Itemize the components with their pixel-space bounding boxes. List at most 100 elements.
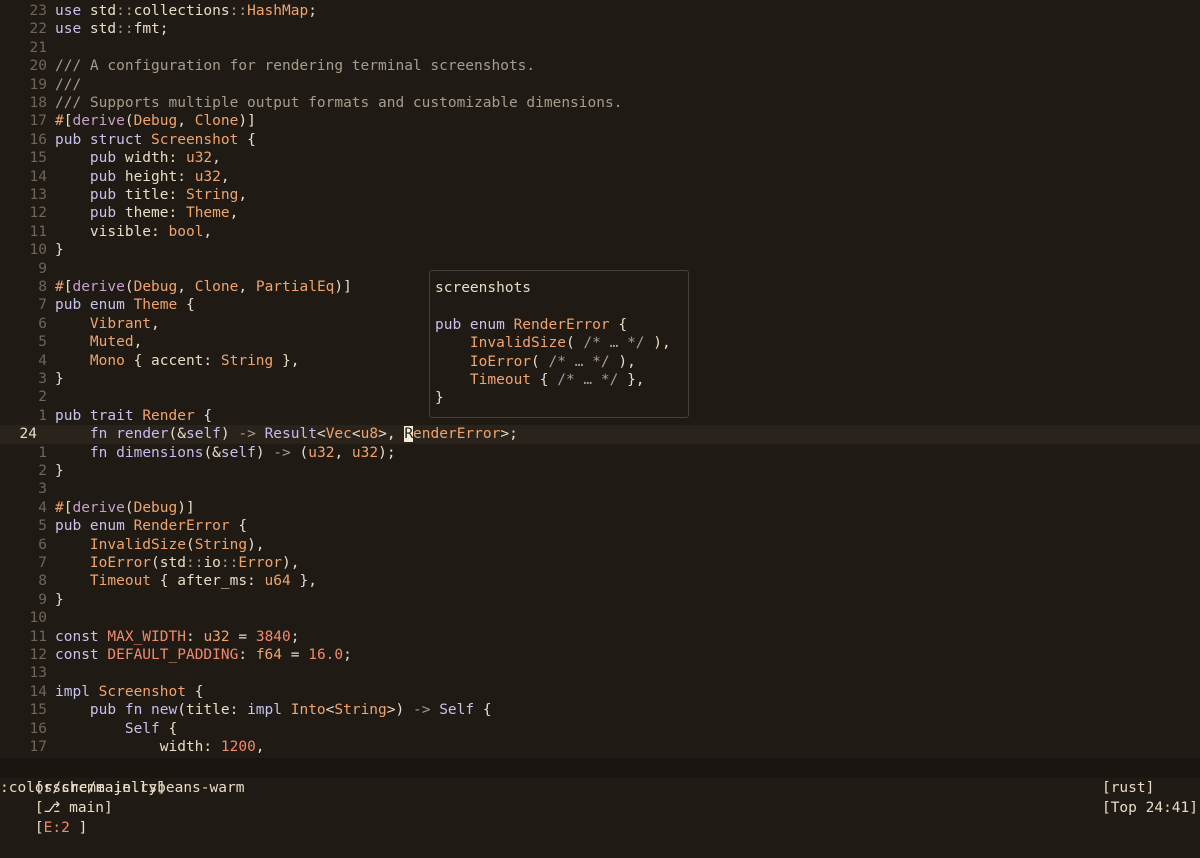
code-line[interactable]: 11 visible: bool,	[0, 223, 1200, 241]
line-code: pub theme: Theme,	[89, 205, 239, 222]
code-line[interactable]: 3	[0, 480, 1200, 498]
code-line[interactable]: 8 Timeout { after_ms: u64 },	[0, 572, 1200, 590]
line-code: pub width: u32,	[89, 150, 221, 167]
code-line[interactable]: 9}	[0, 591, 1200, 609]
line-code: fn dimensions(&self) -> (u32, u32);	[89, 444, 396, 461]
code-line[interactable]: 12 pub theme: Theme,	[0, 204, 1200, 222]
line-code: pub trait Render {	[55, 407, 213, 424]
line-number: 22	[29, 21, 47, 38]
line-number: 1	[38, 444, 47, 461]
code-line[interactable]: 6 InvalidSize(String),	[0, 536, 1200, 554]
status-errors: E:2	[43, 820, 70, 836]
line-number: 13	[29, 187, 47, 203]
line-number: 15	[29, 150, 47, 167]
line-number: 8	[38, 279, 47, 295]
code-line[interactable]: 16 pub struct Screenshot {	[0, 131, 1200, 149]
line-number: 5	[38, 518, 47, 535]
code-line[interactable]: 20 /// A configuration for rendering term…	[0, 57, 1200, 75]
line-number: 18	[29, 95, 47, 111]
code-line[interactable]: 13 pub title: String,	[0, 186, 1200, 204]
line-code: /// Supports multiple output formats and…	[55, 95, 623, 111]
code-line[interactable]: 2}	[0, 462, 1200, 480]
current-line[interactable]: 24 fn render(&self) -> Result<Vec<u8>, R…	[0, 425, 1200, 444]
line-number: 11	[29, 223, 47, 240]
line-code: }	[55, 371, 64, 387]
code-line[interactable]: 17 width: 1200,	[0, 738, 1200, 756]
line-code: }	[55, 242, 64, 259]
hover-line: pub enum RenderError {	[435, 316, 628, 333]
hover-line: }	[435, 390, 444, 407]
line-code: }	[55, 463, 64, 479]
code-line[interactable]: 4 #[derive(Debug)]	[0, 499, 1200, 517]
line-number: 24	[19, 426, 37, 443]
text-cursor: R	[404, 426, 414, 443]
line-code: pub enum RenderError {	[55, 518, 248, 535]
code-line[interactable]: 5 pub enum RenderError {	[0, 517, 1200, 535]
line-number: 13	[29, 665, 47, 682]
status-errors-open: [	[34, 820, 44, 836]
code-line[interactable]: 19 ///	[0, 76, 1200, 94]
line-number: 3	[38, 481, 47, 498]
status-line: [s/src/main.rs] [⎇ main] [E:2 ] [rust] […	[0, 758, 1200, 836]
line-code: #[derive(Debug)]	[55, 499, 195, 516]
hover-line: Timeout { /* … */ },	[469, 372, 645, 388]
hover-line: screenshots	[435, 280, 532, 296]
code-line[interactable]: 1 fn dimensions(&self) -> (u32, u32);	[0, 444, 1200, 462]
hover-line: InvalidSize( /* … */ ),	[469, 335, 671, 352]
line-code: use std::collections::HashMap;	[55, 3, 317, 19]
code-line[interactable]: 21	[0, 39, 1200, 57]
line-number: 9	[38, 260, 47, 277]
status-position: [Top 24:41]	[1101, 800, 1198, 816]
line-number: 12	[29, 647, 47, 663]
code-line[interactable]: 14 impl Screenshot {	[0, 683, 1200, 701]
code-line[interactable]: 15 pub width: u32,	[0, 149, 1200, 167]
line-number: 11	[29, 628, 47, 645]
line-number: 4	[38, 499, 47, 516]
line-number: 16	[29, 131, 47, 148]
line-number: 23	[29, 3, 47, 19]
code-line[interactable]: 10}	[0, 241, 1200, 259]
status-branch: [⎇ main]	[34, 800, 113, 816]
code-line[interactable]: 17 #[derive(Debug, Clone)]	[0, 112, 1200, 130]
code-line[interactable]: 23 use std::collections::HashMap;	[0, 2, 1200, 20]
line-code: pub struct Screenshot {	[55, 131, 256, 148]
line-code: pub title: String,	[89, 187, 248, 203]
status-errors-close: ]	[69, 820, 88, 836]
code-line[interactable]: 16 Self {	[0, 720, 1200, 738]
line-code: Timeout { after_ms: u64 },	[89, 573, 317, 590]
line-code: /// A configuration for rendering termin…	[55, 58, 536, 75]
line-number: 2	[38, 463, 47, 479]
code-line[interactable]: 11 const MAX_WIDTH: u32 = 3840;	[0, 628, 1200, 646]
line-code: fn render(&self) -> Result<Vec<u8>, Rend…	[89, 426, 518, 443]
code-line[interactable]: 14 pub height: u32,	[0, 168, 1200, 186]
line-code: pub fn new(title: impl Into<String>) -> …	[89, 702, 492, 719]
line-number: 2	[38, 389, 47, 406]
line-number: 3	[38, 371, 47, 387]
line-code: const MAX_WIDTH: u32 = 3840;	[55, 628, 300, 645]
code-line[interactable]: 13	[0, 664, 1200, 682]
line-code: #[derive(Debug, Clone, PartialEq)]	[55, 279, 352, 295]
line-number: 14	[29, 683, 47, 700]
line-code: pub enum Theme {	[55, 297, 195, 314]
line-code: ///	[55, 76, 82, 93]
line-number: 14	[29, 168, 47, 185]
line-number: 9	[38, 591, 47, 608]
line-number: 5	[38, 334, 47, 351]
line-code: visible: bool,	[55, 223, 213, 240]
line-code: use std::fmt;	[55, 21, 169, 38]
code-line[interactable]: 7 IoError(std::io::Error),	[0, 554, 1200, 572]
line-code: Self {	[124, 720, 178, 737]
line-code: InvalidSize(String),	[89, 536, 265, 553]
code-line[interactable]: 10	[0, 609, 1200, 627]
line-number: 17	[29, 739, 47, 755]
line-code: width: 1200,	[55, 739, 265, 755]
code-line[interactable]: 12 const DEFAULT_PADDING: f64 = 16.0;	[0, 646, 1200, 664]
code-line[interactable]: 18 /// Supports multiple output formats a…	[0, 94, 1200, 112]
command-line[interactable]: :colorscheme jellybeans-warm	[0, 778, 1200, 798]
code-line[interactable]: 15 pub fn new(title: impl Into<String>) …	[0, 701, 1200, 719]
line-number: 12	[29, 205, 47, 222]
line-number: 8	[38, 573, 47, 590]
line-number: 6	[38, 536, 47, 553]
line-code: IoError(std::io::Error),	[89, 555, 300, 571]
code-line[interactable]: 22 use std::fmt;	[0, 20, 1200, 38]
